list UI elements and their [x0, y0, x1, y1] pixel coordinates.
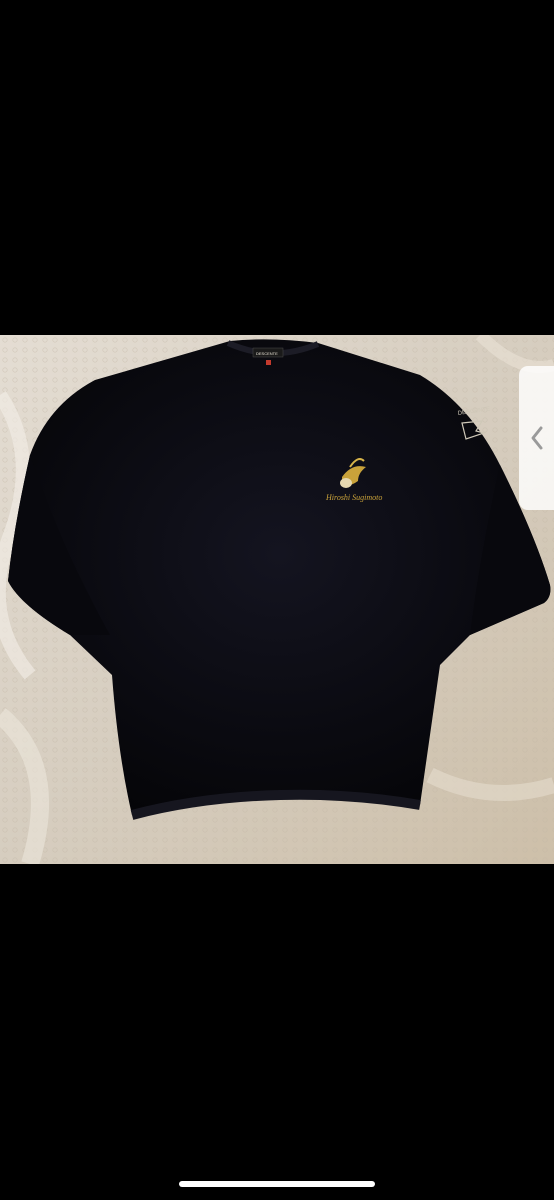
gallery-next-button[interactable]: [519, 366, 554, 510]
home-indicator[interactable]: [179, 1181, 375, 1187]
product-photo[interactable]: DESCENTE Hiroshi Sugimoto DESCENTE: [0, 335, 554, 864]
chevron-left-icon: [531, 426, 542, 450]
image-viewer: DESCENTE Hiroshi Sugimoto DESCENTE: [0, 0, 554, 1200]
emblem-text: Hiroshi Sugimoto: [325, 493, 382, 502]
neck-label: DESCENTE: [256, 351, 278, 356]
